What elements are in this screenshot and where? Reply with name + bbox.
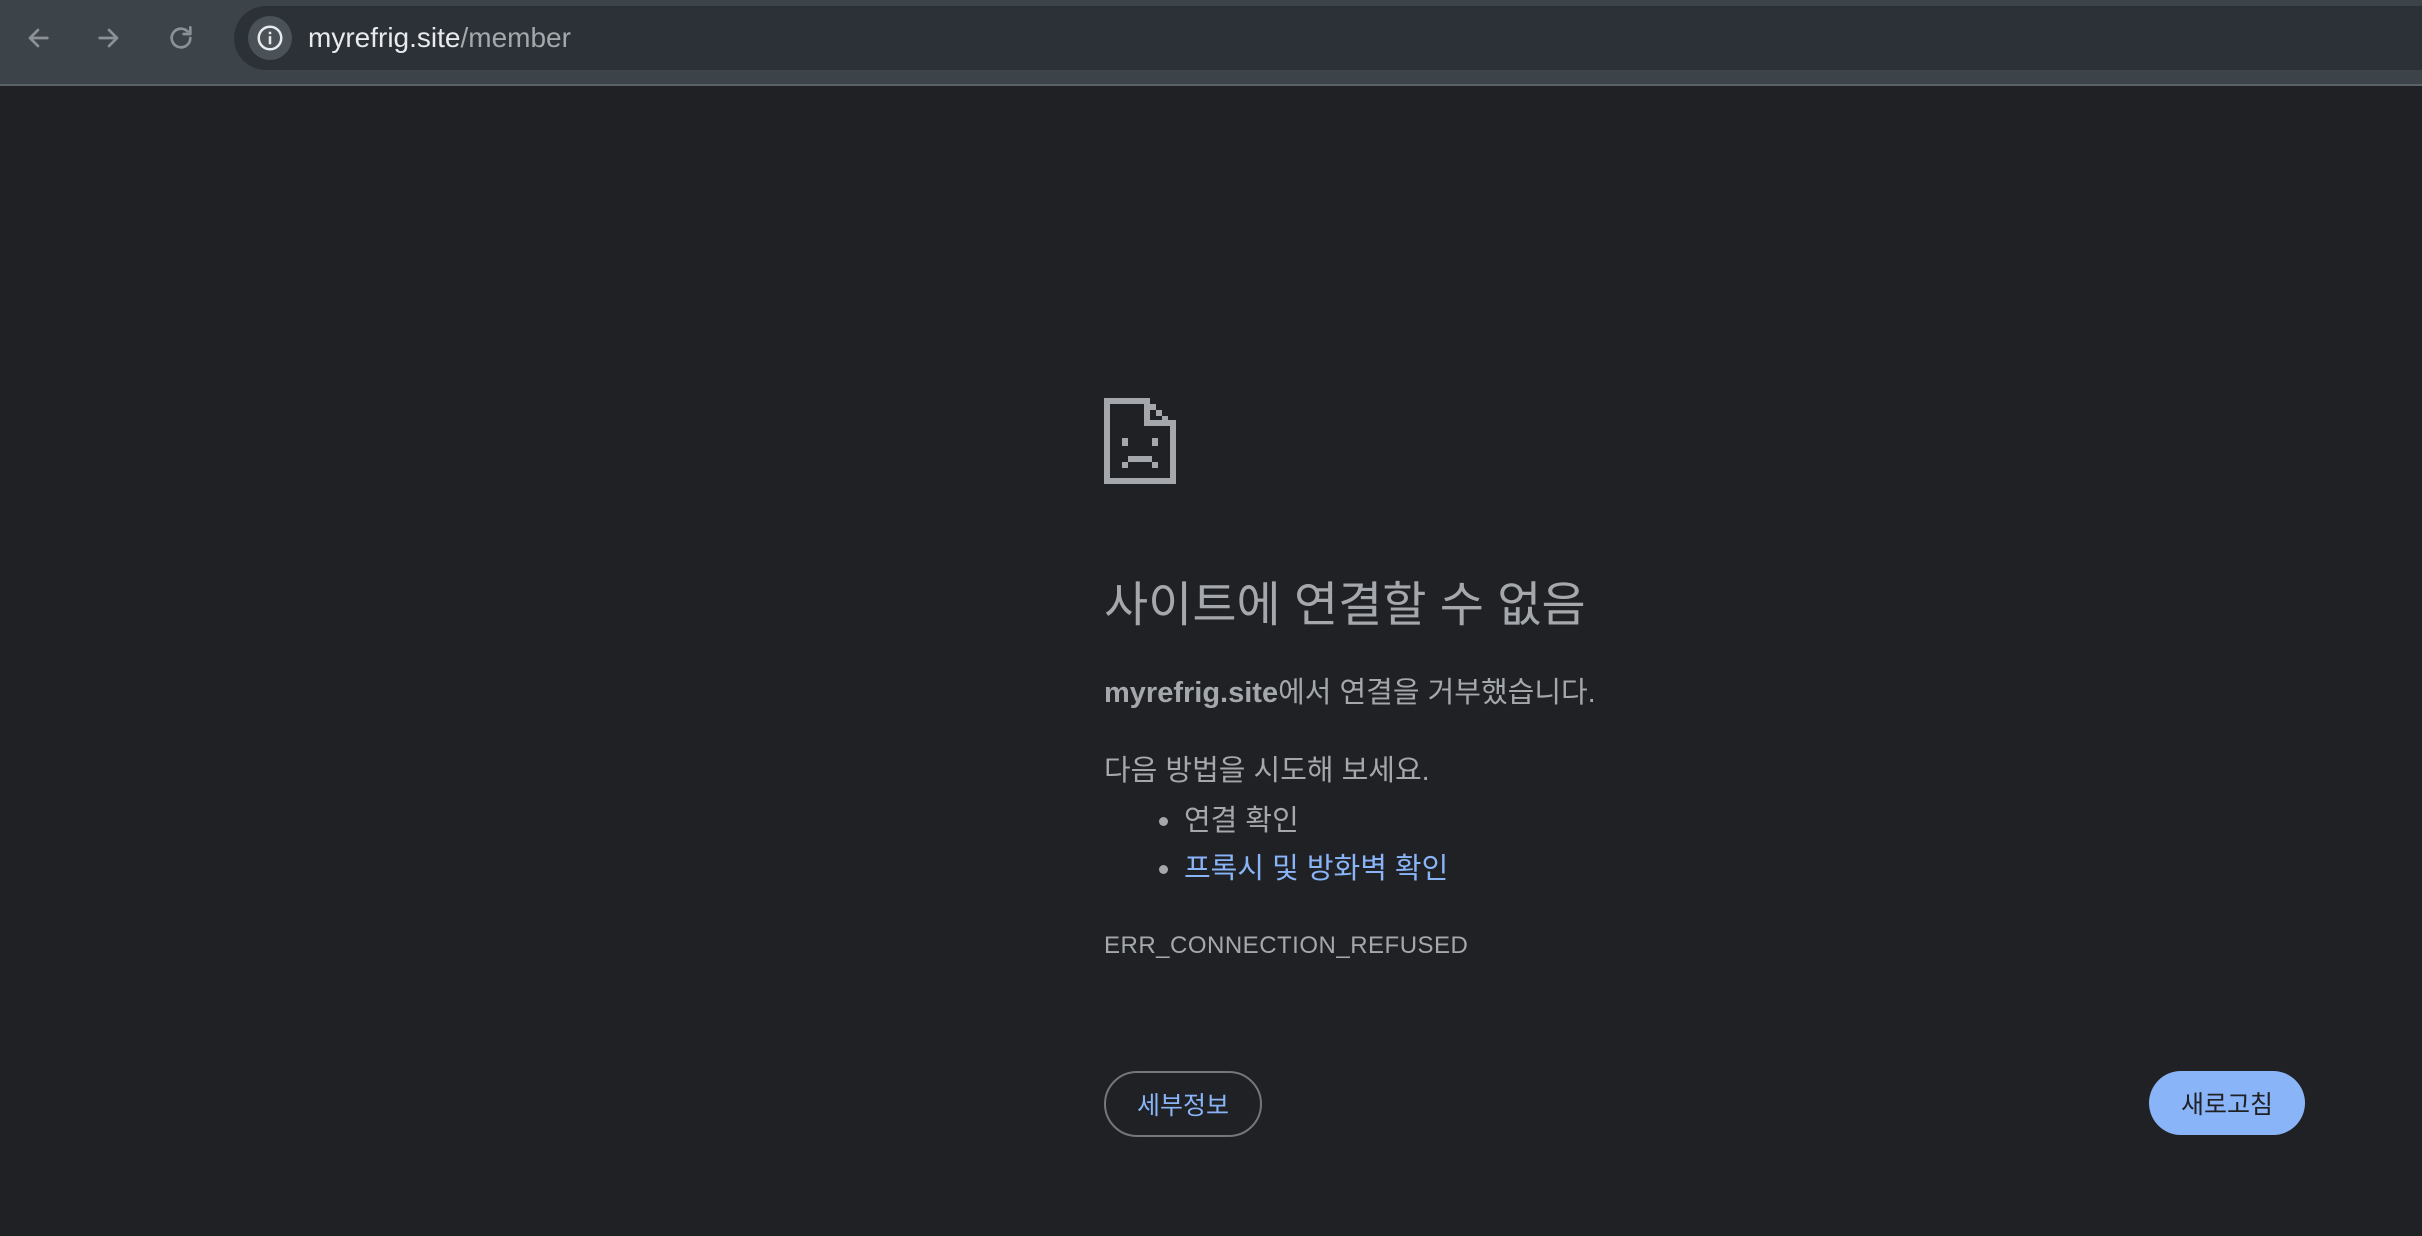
error-summary: myrefrig.site에서 연결을 거부했습니다. [1104, 672, 1596, 714]
url-text[interactable]: myrefrig.site/member [308, 18, 571, 58]
reload-button[interactable]: 새로고침 [2149, 1071, 2305, 1135]
suggestions-list: 연결 확인 프록시 및 방화벽 확인 [1104, 797, 1448, 893]
browser-toolbar: myrefrig.site/member [0, 0, 2422, 86]
reload-icon [170, 26, 192, 49]
details-button[interactable]: 세부정보 [1104, 1071, 1262, 1137]
forward-button[interactable] [89, 18, 129, 58]
error-heading: 사이트에 연결할 수 없음 [1104, 579, 1586, 632]
error-code: ERR_CONNECTION_REFUSED [1104, 932, 1469, 959]
suggestion-label: 연결 확인 [1184, 805, 1299, 837]
sad-document-icon [1104, 398, 1176, 484]
proxy-firewall-link[interactable]: 프록시 및 방화벽 확인 [1184, 853, 1448, 885]
summary-text: 에서 연결을 거부했습니다. [1278, 677, 1596, 709]
arrow-left-icon [28, 28, 49, 48]
suggestions-title: 다음 방법을 시도해 보세요. [1104, 755, 1430, 787]
url-host: myrefrig.site [308, 22, 461, 53]
suggestion-check-proxy-firewall[interactable]: 프록시 및 방화벽 확인 [1104, 845, 1448, 893]
suggestion-check-connection: 연결 확인 [1104, 797, 1448, 845]
url-path: /member [460, 22, 571, 53]
reload-page-button[interactable] [161, 18, 201, 58]
address-bar[interactable]: myrefrig.site/member [234, 6, 2422, 70]
arrow-right-icon [98, 28, 119, 48]
summary-host: myrefrig.site [1104, 677, 1279, 709]
back-button[interactable] [18, 18, 58, 58]
site-info-button[interactable] [248, 16, 292, 60]
info-icon [257, 25, 283, 51]
